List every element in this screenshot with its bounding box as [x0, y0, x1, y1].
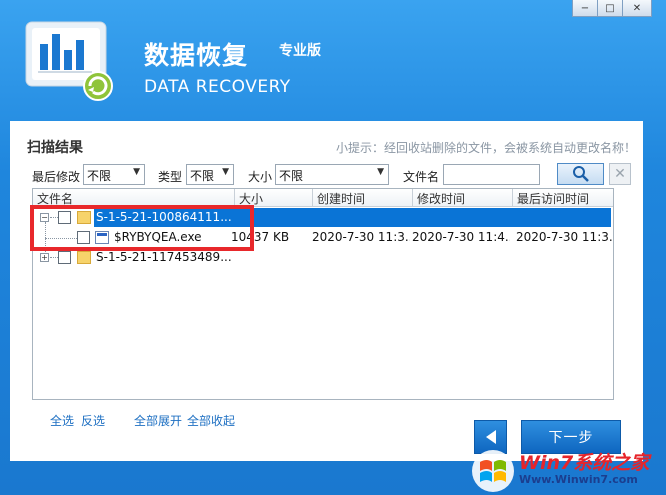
- size-select[interactable]: 不限 ▼: [275, 164, 389, 185]
- type-value: 不限: [190, 169, 215, 183]
- chevron-down-icon: ▼: [133, 167, 140, 177]
- minimize-button[interactable]: −: [572, 0, 598, 17]
- row-checkbox[interactable]: [58, 251, 71, 264]
- collapse-all-link[interactable]: 全部收起: [187, 412, 235, 429]
- app-window: 数据恢复 专业版 DATA RECOVERY − □ ✕ 扫描结果 小提示：经回…: [0, 0, 666, 495]
- search-button[interactable]: [557, 163, 604, 185]
- watermark-title: Win7系统之家: [519, 452, 650, 474]
- last-modified-select[interactable]: 不限 ▼: [83, 164, 145, 185]
- filename-input[interactable]: [443, 164, 540, 185]
- windows-logo-icon: [472, 450, 514, 492]
- watermark-url: Www.Winwin7.com: [519, 473, 638, 486]
- select-all-link[interactable]: 全选: [50, 412, 74, 429]
- expand-all-link[interactable]: 全部展开: [134, 412, 182, 429]
- hint-text: 小提示：经回收站删除的文件，会被系统自动更改名称！: [336, 141, 637, 155]
- type-select[interactable]: 不限 ▼: [186, 164, 234, 185]
- last-modified-value: 不限: [87, 169, 112, 183]
- tree-line: [50, 257, 58, 258]
- app-title: 数据恢复: [144, 41, 249, 70]
- clear-filter-button[interactable]: ✕: [609, 163, 631, 185]
- modified-time: 2020-7-30 11:4...: [412, 230, 510, 244]
- arrow-left-icon: [485, 430, 496, 444]
- chevron-down-icon: ▼: [377, 167, 384, 177]
- column-header-modified[interactable]: 修改时间: [413, 189, 513, 207]
- column-header-accessed[interactable]: 最后访问时间: [513, 189, 613, 207]
- type-label: 类型: [158, 170, 183, 184]
- filename-label: 文件名: [403, 170, 440, 184]
- invert-selection-link[interactable]: 反选: [81, 412, 105, 429]
- size-label: 大小: [248, 170, 273, 184]
- file-name: S-1-5-21-117453489...: [96, 250, 232, 264]
- maximize-button[interactable]: □: [597, 0, 623, 17]
- search-icon: [572, 166, 589, 182]
- folder-icon: [77, 251, 91, 264]
- app-subtitle: DATA RECOVERY: [144, 77, 291, 97]
- accessed-time: 2020-7-30 11:3...: [516, 230, 612, 244]
- size-value: 不限: [279, 169, 304, 183]
- created-time: 2020-7-30 11:3...: [312, 230, 410, 244]
- column-header-created[interactable]: 创建时间: [313, 189, 413, 207]
- highlight-annotation-box: [30, 205, 254, 251]
- watermark: Win7系统之家 Www.Winwin7.com: [468, 446, 666, 495]
- close-icon: ✕: [614, 166, 626, 182]
- app-logo-icon: [25, 21, 113, 101]
- results-title: 扫描结果: [27, 140, 83, 156]
- close-button[interactable]: ✕: [622, 0, 652, 17]
- window-controls: − □ ✕: [572, 0, 652, 17]
- last-modified-label: 最后修改: [32, 170, 81, 184]
- chevron-down-icon: ▼: [222, 167, 229, 177]
- edition-badge: 专业版: [279, 43, 321, 59]
- expand-toggle[interactable]: +: [40, 253, 49, 262]
